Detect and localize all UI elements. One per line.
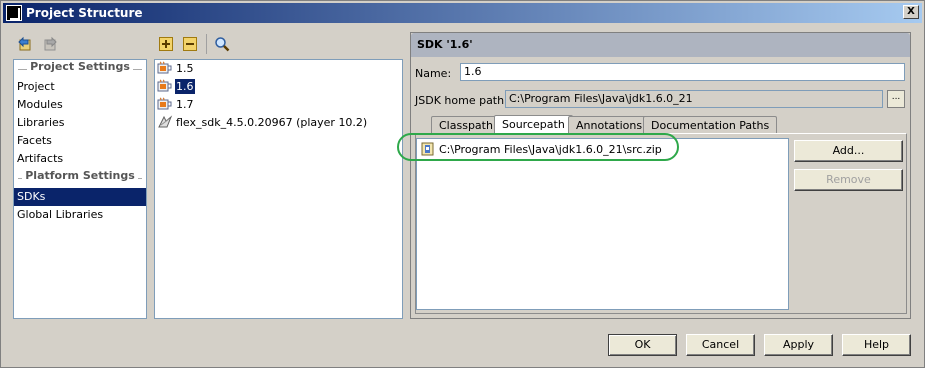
cancel-button[interactable]: Cancel	[686, 334, 755, 356]
sdk-item[interactable]: 1.7	[157, 96, 195, 114]
nav-item-libraries[interactable]: Libraries	[16, 114, 65, 132]
add-icon[interactable]	[158, 36, 174, 52]
project-structure-dialog: Project Structure X Project Settings Pro…	[0, 0, 925, 368]
flex-sdk-icon	[158, 115, 173, 128]
close-button[interactable]: X	[903, 5, 919, 19]
ok-button[interactable]: OK	[608, 334, 677, 356]
back-arrow-icon[interactable]	[17, 36, 33, 52]
sdk-label: flex_sdk_4.5.0.20967 (player 10.2)	[176, 116, 368, 129]
remove-icon[interactable]	[182, 36, 198, 52]
settings-nav-list: Project Settings Project Modules Librari…	[13, 59, 147, 319]
nav-item-global-libraries[interactable]: Global Libraries	[16, 206, 103, 224]
remove-path-button[interactable]: Remove	[794, 169, 903, 191]
tab-sourcepath[interactable]: Sourcepath	[494, 115, 573, 134]
apply-button[interactable]: Apply	[764, 334, 833, 356]
nav-item-project[interactable]: Project	[16, 78, 55, 96]
home-path-label: JSDK home path:	[415, 94, 508, 107]
sdk-item[interactable]: 1.6	[157, 78, 195, 96]
window-title: Project Structure	[26, 6, 143, 20]
nav-item-artifacts[interactable]: Artifacts	[16, 150, 63, 168]
sdk-label: 1.6	[175, 79, 195, 94]
java-cup-icon	[157, 61, 172, 74]
toolbar-separator	[206, 34, 207, 54]
nav-item-facets[interactable]: Facets	[16, 132, 52, 150]
path-item[interactable]: C:\Program Files\Java\jdk1.6.0_21\src.zi…	[421, 141, 662, 159]
path-label: C:\Program Files\Java\jdk1.6.0_21\src.zi…	[439, 143, 662, 156]
browse-button[interactable]: ...	[887, 90, 905, 108]
title-bar: Project Structure X	[3, 3, 922, 23]
sdk-label: 1.7	[176, 98, 194, 111]
java-cup-icon	[157, 79, 172, 92]
add-path-button[interactable]: Add...	[794, 140, 903, 162]
app-icon	[6, 5, 22, 21]
java-cup-icon	[157, 97, 172, 110]
platform-settings-header: Platform Settings	[14, 169, 146, 187]
home-path-field[interactable]: C:\Program Files\Java\jdk1.6.0_21	[505, 90, 883, 108]
help-button[interactable]: Help	[842, 334, 911, 356]
nav-item-sdks[interactable]: SDKs	[14, 188, 146, 206]
forward-arrow-icon[interactable]	[42, 36, 58, 52]
sourcepath-list: C:\Program Files\Java\jdk1.6.0_21\src.zi…	[416, 138, 789, 310]
name-label: Name:	[415, 67, 452, 80]
tab-classpath[interactable]: Classpath	[431, 116, 501, 134]
name-field[interactable]: 1.6	[460, 63, 905, 81]
project-settings-header: Project Settings	[14, 60, 146, 78]
sdk-list: 1.5 1.6 1.7 flex_sdk_4.5.0.20967 (player…	[154, 59, 403, 319]
tab-documentation-paths[interactable]: Documentation Paths	[643, 116, 778, 134]
nav-item-modules[interactable]: Modules	[16, 96, 63, 114]
sdk-detail-header: SDK '1.6'	[411, 33, 910, 57]
sdk-item[interactable]: 1.5	[157, 60, 195, 78]
sdk-item[interactable]: flex_sdk_4.5.0.20967 (player 10.2)	[157, 114, 368, 132]
sdk-label: 1.5	[176, 62, 194, 75]
archive-icon	[421, 142, 434, 156]
search-icon[interactable]	[214, 36, 230, 52]
tab-annotations[interactable]: Annotations	[568, 116, 651, 134]
